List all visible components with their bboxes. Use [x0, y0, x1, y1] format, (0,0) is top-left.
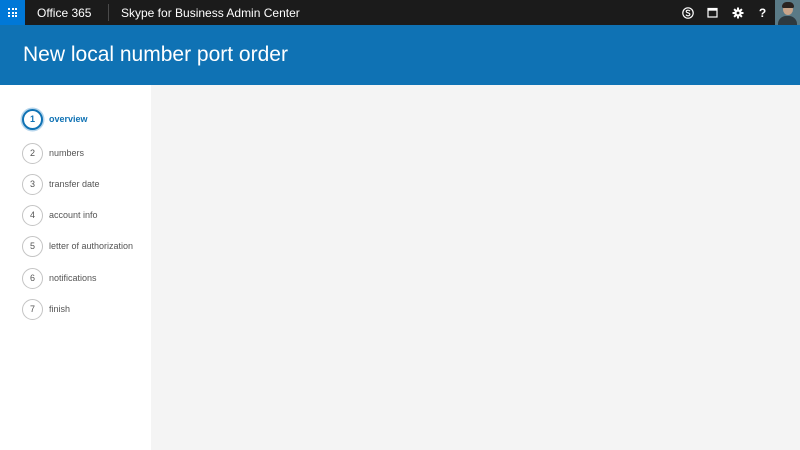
step-finish[interactable]: 7 finish — [22, 298, 150, 320]
step-number-circle: 1 — [22, 108, 43, 130]
step-label: finish — [49, 304, 71, 314]
skype-icon[interactable] — [675, 0, 700, 25]
calendar-icon[interactable] — [700, 0, 725, 25]
step-letter-of-authorization[interactable]: 5 letter of authorization — [22, 235, 150, 257]
app-launcher-button[interactable] — [0, 0, 25, 25]
step-label: letter of authorization — [49, 241, 134, 251]
gear-icon[interactable] — [725, 0, 750, 25]
step-account-info[interactable]: 4 account info — [22, 204, 150, 226]
waffle-icon — [8, 8, 17, 17]
step-label: account info — [49, 210, 98, 220]
step-number-circle: 5 — [22, 235, 43, 257]
step-notifications[interactable]: 6 notifications — [22, 267, 150, 289]
step-label: notifications — [49, 273, 97, 283]
page-title: New local number port order — [23, 43, 288, 66]
app-title[interactable]: Skype for Business Admin Center — [109, 6, 300, 20]
step-number-circle: 4 — [22, 204, 43, 226]
avatar[interactable] — [775, 0, 800, 25]
main-content-area — [151, 85, 800, 450]
page-header: New local number port order — [0, 25, 800, 85]
top-navigation-bar: Office 365 Skype for Business Admin Cent… — [0, 0, 800, 25]
office-365-link[interactable]: Office 365 — [25, 6, 108, 20]
step-label: overview — [49, 114, 88, 124]
wizard-steps: 1 overview 2 numbers 3 transfer date 4 a… — [0, 85, 151, 450]
step-transfer-date[interactable]: 3 transfer date — [22, 173, 150, 195]
step-number-circle: 6 — [22, 267, 43, 289]
step-label: numbers — [49, 148, 85, 158]
help-icon[interactable]: ? — [750, 0, 775, 25]
step-numbers[interactable]: 2 numbers — [22, 142, 150, 164]
step-number-circle: 2 — [22, 142, 43, 164]
step-number-circle: 3 — [22, 173, 43, 195]
step-overview[interactable]: 1 overview — [22, 108, 150, 130]
step-number-circle: 7 — [22, 298, 43, 320]
step-label: transfer date — [49, 179, 100, 189]
